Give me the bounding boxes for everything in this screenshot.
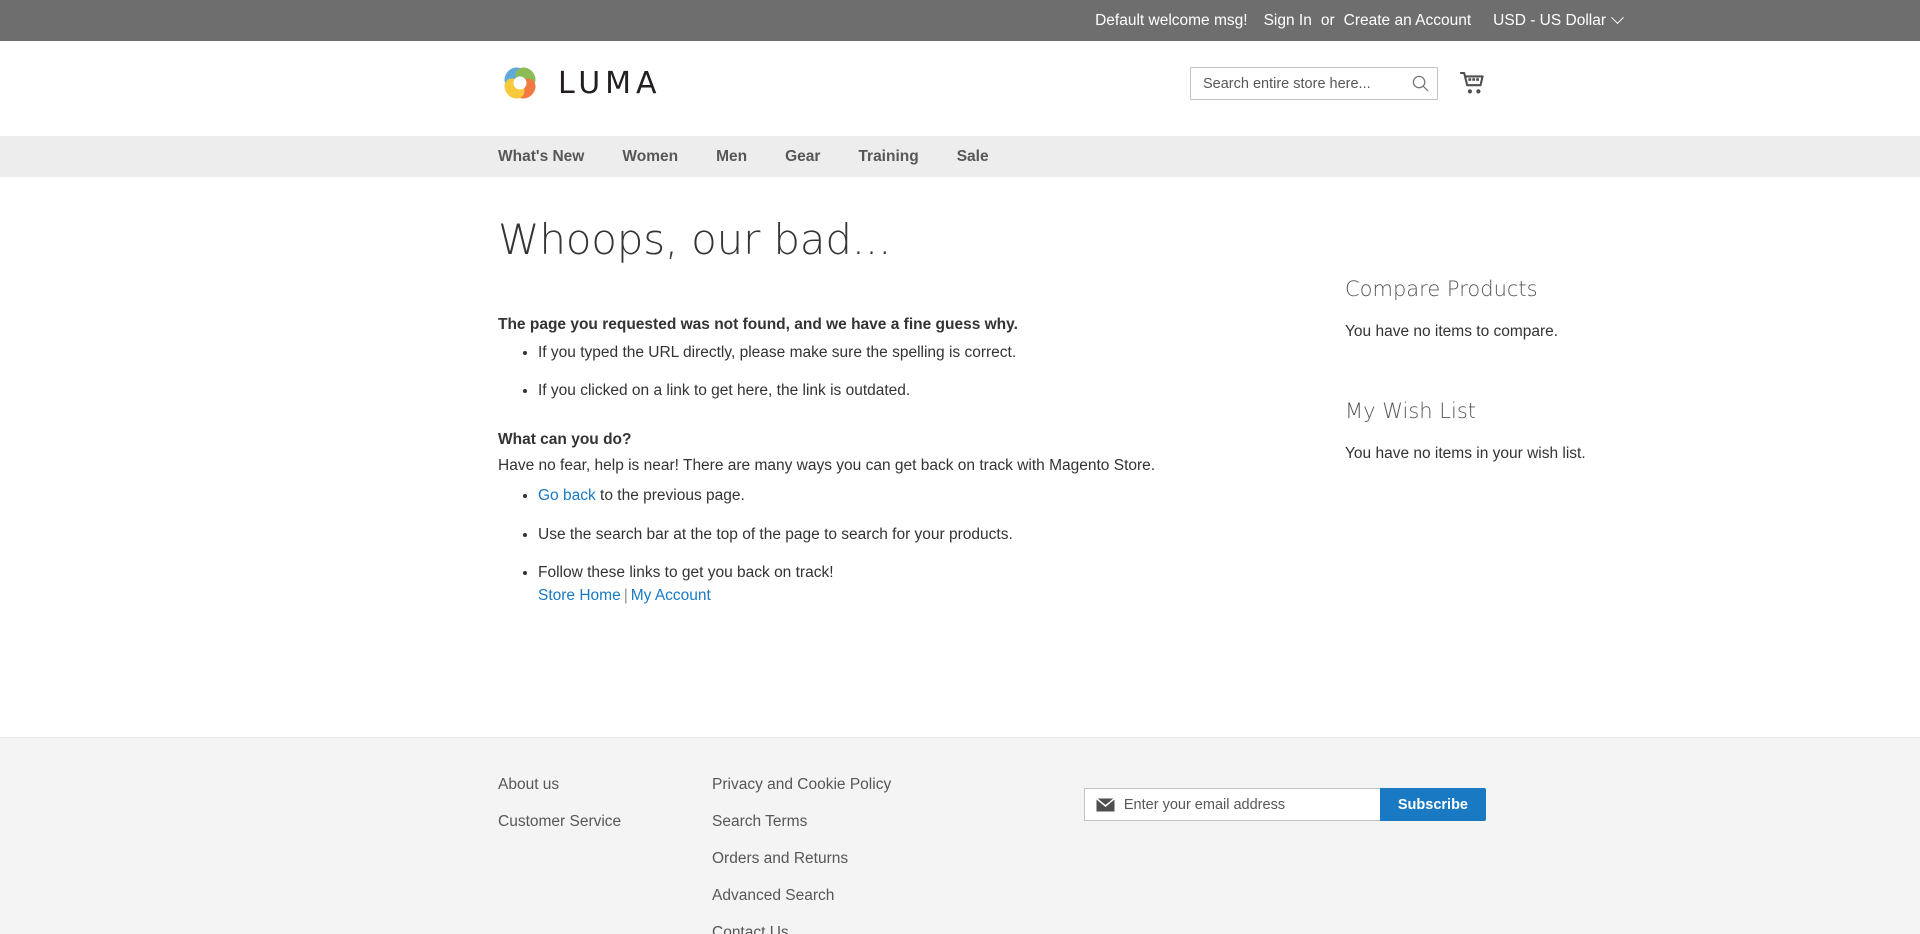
- list-item: Follow these links to get you back on tr…: [538, 562, 1508, 607]
- wishlist-title: My Wish List: [1345, 399, 1476, 423]
- footer-inner: About us Customer Service Privacy and Co…: [160, 776, 1760, 934]
- newsletter-email-input[interactable]: [1123, 789, 1380, 820]
- nav-item-training[interactable]: Training: [839, 148, 937, 166]
- compare-products-title: Compare Products: [1345, 277, 1538, 301]
- sign-in-link[interactable]: Sign In: [1264, 12, 1312, 30]
- shopping-cart-icon: [1459, 71, 1484, 94]
- create-account-link[interactable]: Create an Account: [1344, 12, 1472, 30]
- search-box: [1190, 67, 1438, 100]
- logo-text: LUMA: [558, 65, 662, 101]
- subscribe-button[interactable]: Subscribe: [1379, 788, 1486, 821]
- store-home-link[interactable]: Store Home: [538, 587, 621, 604]
- envelope-glyph-icon: [1095, 797, 1115, 811]
- main-inner: Whoops, our bad... The page you requeste…: [160, 177, 1760, 607]
- main-content: Whoops, our bad... The page you requeste…: [0, 177, 1920, 737]
- logo-link[interactable]: LUMA: [498, 61, 662, 105]
- newsletter-form: Subscribe: [1083, 788, 1486, 821]
- welcome-message: Default welcome msg!: [1095, 11, 1248, 29]
- footer-link-customer-service[interactable]: Customer Service: [498, 813, 621, 831]
- nav-item-whats-new[interactable]: What's New: [498, 148, 603, 166]
- compare-products-block: Compare Products You have no items to co…: [1345, 277, 1655, 341]
- footer-link-advanced-search[interactable]: Advanced Search: [712, 887, 834, 905]
- compare-products-empty: You have no items to compare.: [1345, 323, 1559, 340]
- header-actions: [1190, 67, 1486, 100]
- luma-logo-icon: [504, 67, 536, 99]
- go-back-link[interactable]: Go back: [538, 487, 596, 504]
- chevron-down-icon: [1611, 11, 1624, 25]
- newsletter-field-wrap: [1083, 788, 1380, 821]
- follow-links-text: Follow these links to get you back on tr…: [538, 564, 834, 582]
- my-account-link[interactable]: My Account: [631, 587, 711, 604]
- nav-item-sale[interactable]: Sale: [938, 148, 1008, 166]
- site-footer: About us Customer Service Privacy and Co…: [0, 737, 1920, 934]
- envelope-icon: [1095, 797, 1115, 812]
- or-label: or: [1320, 11, 1335, 29]
- search-glass-icon: [1412, 75, 1429, 92]
- footer-link-privacy-cookie-policy[interactable]: Privacy and Cookie Policy: [712, 776, 891, 794]
- top-panel-inner: Default welcome msg! Sign In or Create a…: [1095, 11, 1882, 30]
- currency-switcher[interactable]: USD - US Dollar: [1493, 11, 1624, 30]
- currency-label: USD - US Dollar: [1493, 11, 1606, 29]
- go-back-rest-text: to the previous page.: [595, 487, 745, 505]
- search-input[interactable]: [1190, 67, 1438, 100]
- wishlist-empty: You have no items in your wish list.: [1345, 445, 1586, 462]
- top-panel: Default welcome msg! Sign In or Create a…: [0, 0, 1920, 41]
- footer-link-search-terms[interactable]: Search Terms: [712, 813, 807, 831]
- nav-item-women[interactable]: Women: [603, 148, 697, 166]
- nav-item-gear[interactable]: Gear: [766, 148, 839, 166]
- footer-link-contact-us[interactable]: Contact Us: [712, 924, 789, 934]
- wishlist-block: My Wish List You have no items in your w…: [1345, 399, 1655, 463]
- footer-link-orders-and-returns[interactable]: Orders and Returns: [712, 850, 848, 868]
- minicart-button[interactable]: [1459, 71, 1486, 96]
- link-separator: |: [623, 586, 628, 604]
- nav-items: What's New Women Men Gear Training Sale: [160, 148, 1760, 166]
- footer-column-1: About us Customer Service: [498, 776, 712, 934]
- list-item: Use the search bar at the top of the pag…: [538, 524, 1508, 546]
- footer-column-2: Privacy and Cookie Policy Search Terms O…: [712, 776, 1112, 934]
- footer-link-about-us[interactable]: About us: [498, 776, 559, 794]
- main-navigation: What's New Women Men Gear Training Sale: [0, 136, 1920, 177]
- sidebar: Compare Products You have no items to co…: [1345, 177, 1655, 521]
- nav-item-men[interactable]: Men: [697, 148, 766, 166]
- search-icon[interactable]: [1411, 74, 1430, 93]
- site-header: LUMA: [0, 41, 1920, 136]
